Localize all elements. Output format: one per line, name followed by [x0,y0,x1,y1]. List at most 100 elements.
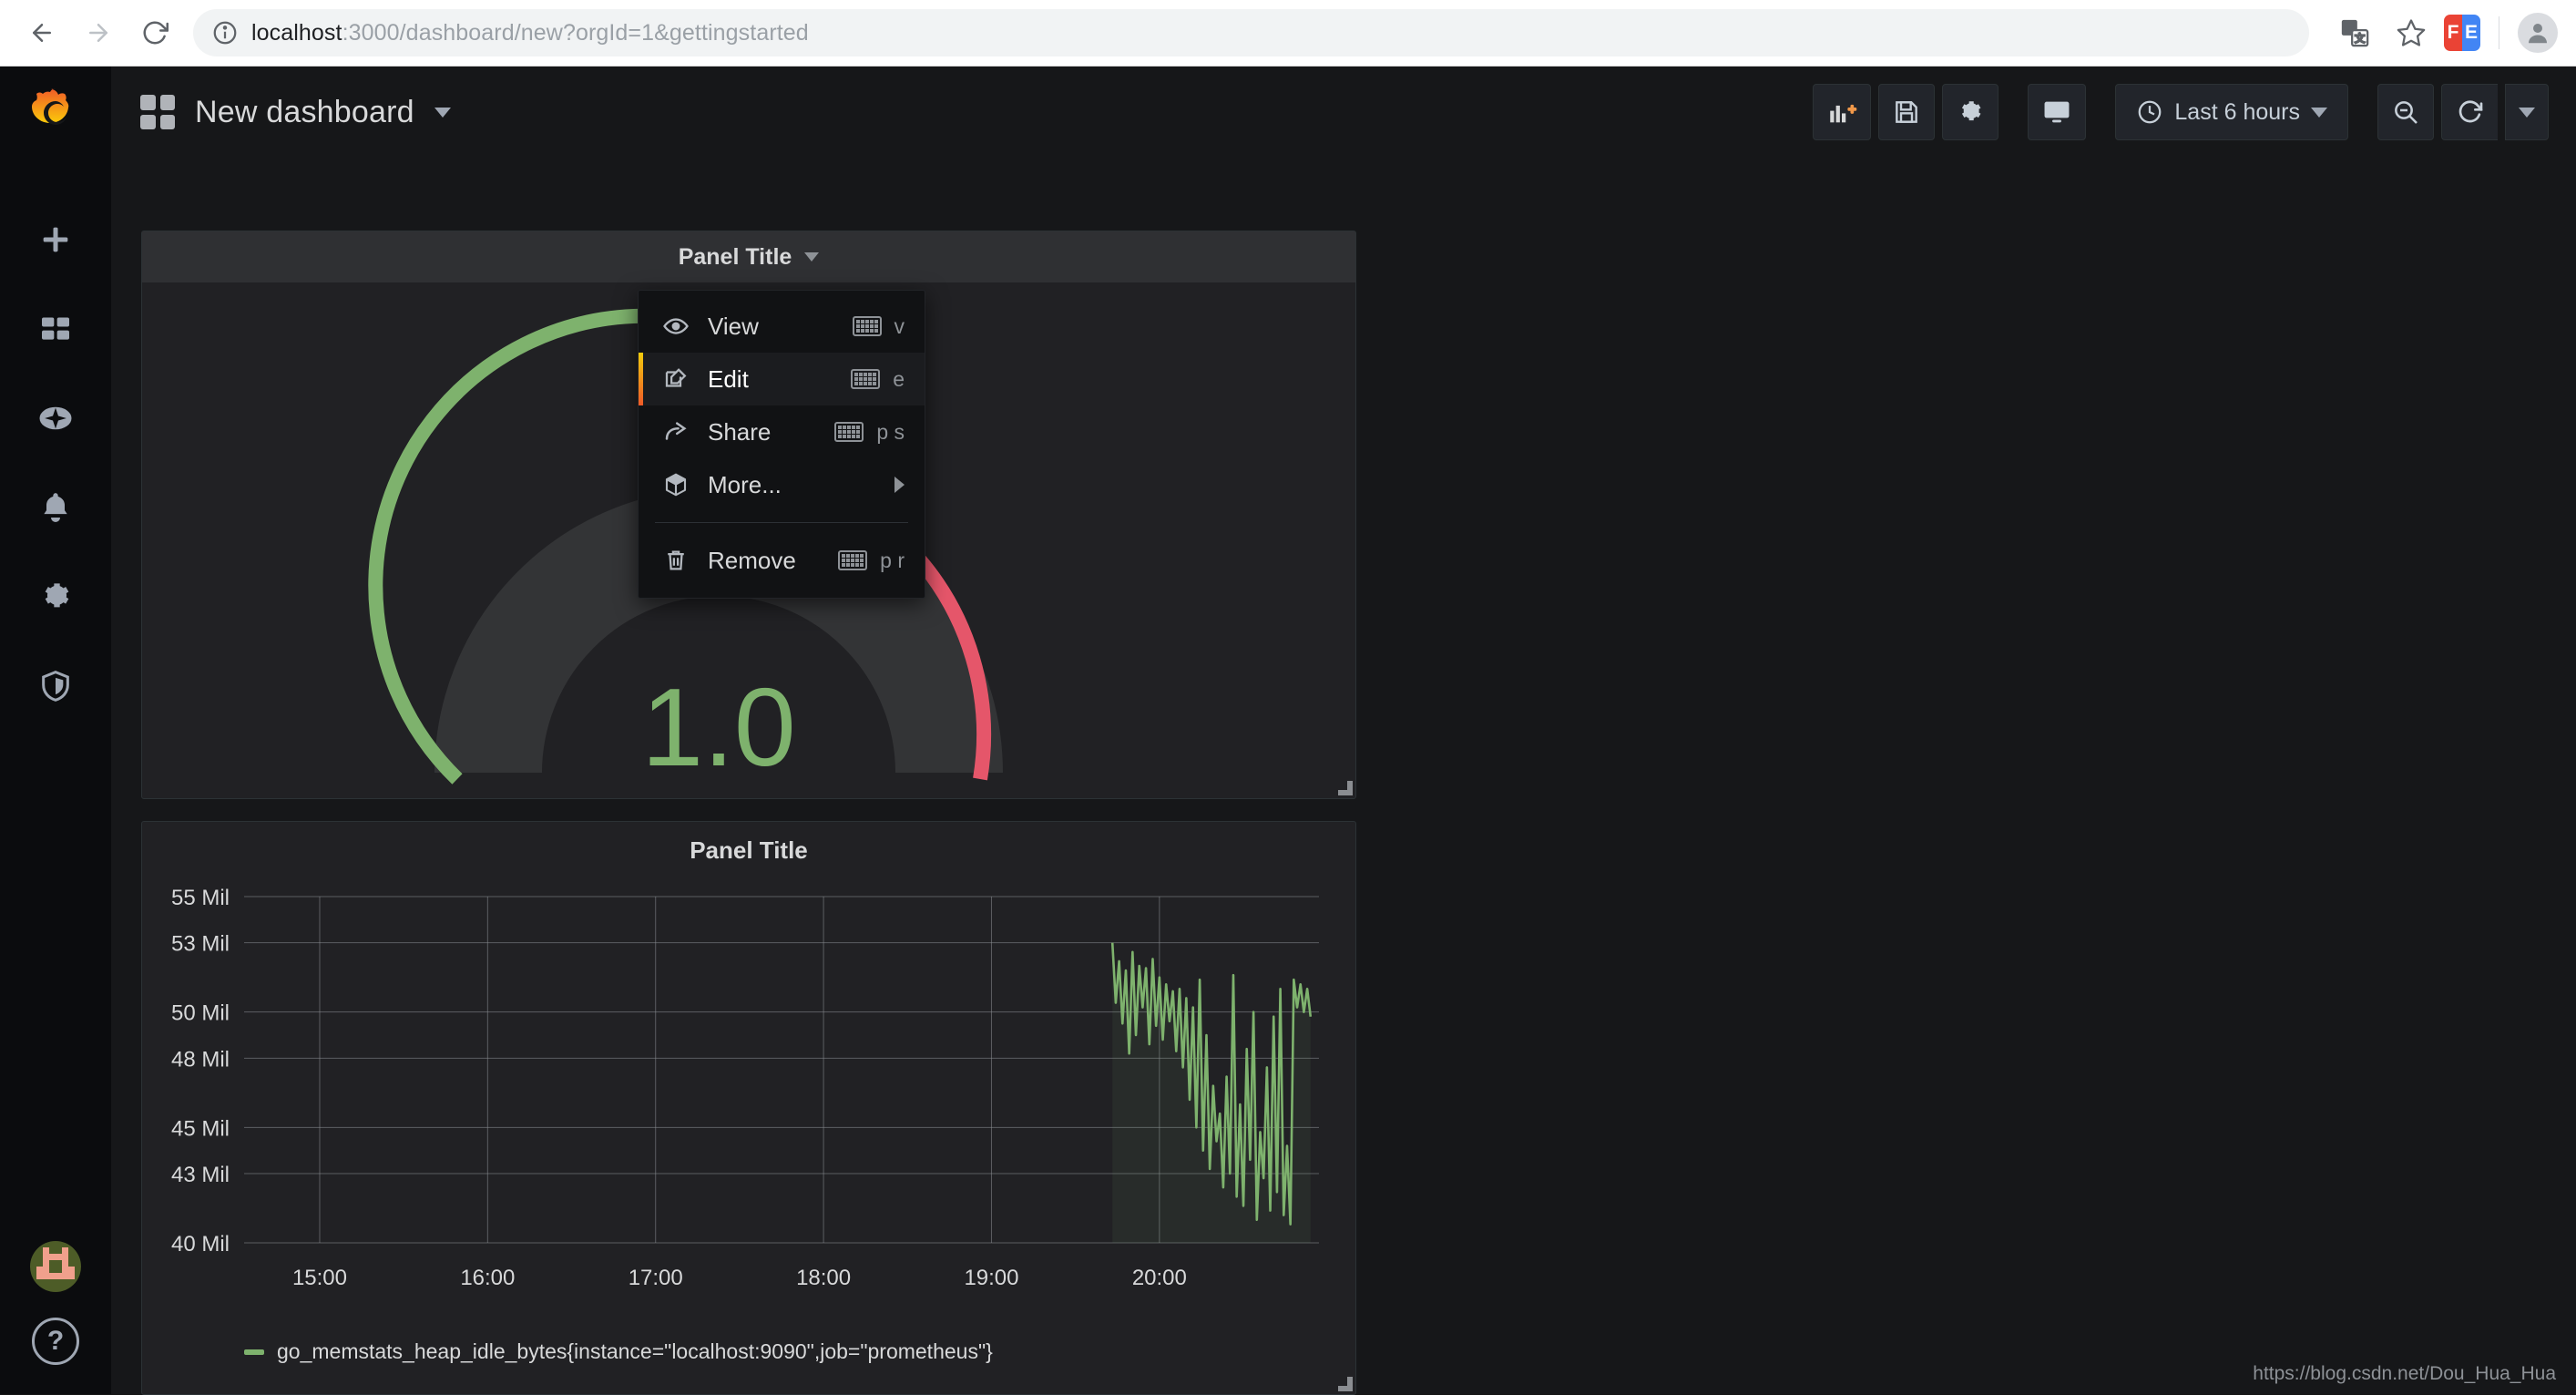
graph-visualization: 40 Mil43 Mil45 Mil48 Mil50 Mil53 Mil55 M… [142,878,1355,1334]
save-dashboard-button[interactable] [1878,84,1935,140]
x-tick-label: 16:00 [460,1266,515,1290]
shortcut-key: p r [880,549,905,573]
pencil-square-icon [662,365,699,393]
menu-item-remove-label: Remove [708,547,796,575]
sidebar-item-alerting[interactable] [21,475,90,540]
add-panel-button[interactable] [1813,84,1871,140]
clock-icon [2136,98,2163,126]
help-glyph: ? [47,1326,64,1357]
url-host: localhost [251,20,342,46]
menu-item-share-label: Share [708,418,771,446]
dashboard-settings-button[interactable] [1942,84,1998,140]
legend-color-swatch[interactable] [244,1349,264,1355]
menu-item-view-shortcut: v [853,314,905,339]
y-tick-label: 40 Mil [171,1232,230,1257]
menu-item-more-submenu [894,477,905,493]
url-path: :3000/dashboard/new?orgId=1&gettingstart… [342,20,809,46]
chevron-right-icon [894,477,905,493]
panel-context-menu: View v Edit e Share p s [638,290,925,599]
time-range-picker[interactable]: Last 6 hours [2115,84,2348,140]
google-translate-icon[interactable]: G 文 [2331,9,2378,56]
browser-extension-icon[interactable]: F E [2444,15,2480,51]
menu-item-view[interactable]: View v [639,300,925,353]
refresh-interval-picker[interactable] [2505,84,2549,140]
zoom-out-time-range[interactable] [2377,84,2434,140]
shortcut-key: v [894,314,905,339]
browser-nav-buttons [0,7,180,58]
forward-arrow-icon[interactable] [73,7,124,58]
address-bar[interactable]: localhost:3000/dashboard/new?orgId=1&get… [193,9,2309,56]
x-tick-label: 20:00 [1132,1266,1187,1290]
chevron-down-icon[interactable] [804,252,819,262]
panel-resize-handle[interactable] [1338,1377,1353,1391]
menu-item-share[interactable]: Share p s [639,405,925,458]
cube-icon [662,471,699,498]
avatar-icon[interactable] [30,1241,81,1292]
shortcut-key: e [893,367,905,392]
page-info-icon[interactable] [211,19,239,46]
cycle-view-mode-button[interactable] [2028,84,2086,140]
y-tick-label: 48 Mil [171,1047,230,1072]
reload-icon[interactable] [129,7,180,58]
keyboard-icon [838,550,867,570]
graph-panel[interactable]: Panel Title 40 Mil43 Mil45 Mil48 Mil50 M… [141,821,1356,1395]
dashboard-toolbar: New dashboard [111,67,2576,158]
x-tick-label: 17:00 [629,1266,683,1290]
timeseries-chart: 40 Mil43 Mil45 Mil48 Mil50 Mil53 Mil55 M… [142,878,1355,1334]
extension-label-right: E [2462,15,2480,51]
menu-item-share-shortcut: p s [834,420,905,445]
x-tick-label: 18:00 [796,1266,851,1290]
sidebar: ? [0,67,111,1394]
menu-item-view-label: View [708,313,759,341]
browser-toolbar: localhost:3000/dashboard/new?orgId=1&get… [0,0,2576,67]
sidebar-item-create[interactable] [21,207,90,272]
shortcut-key: p s [876,420,905,445]
menu-item-more-label: More... [708,471,782,499]
y-tick-label: 45 Mil [171,1116,230,1141]
sidebar-item-dashboards[interactable] [21,296,90,362]
menu-item-remove[interactable]: Remove p r [639,534,925,587]
share-arrow-icon [662,418,699,446]
legend-series-label[interactable]: go_memstats_heap_idle_bytes{instance="lo… [277,1339,993,1364]
graph-panel-header[interactable]: Panel Title [142,822,1355,878]
grafana-app: ? New dashboard [0,67,2576,1394]
y-tick-label: 55 Mil [171,886,230,910]
panel-resize-handle[interactable] [1338,781,1353,795]
search-minus-icon [2391,97,2420,127]
time-range-label: Last 6 hours [2174,99,2300,126]
sidebar-item-configuration[interactable] [21,564,90,630]
sidebar-item-server-admin[interactable] [21,653,90,719]
profile-avatar-icon[interactable] [2518,13,2558,53]
menu-item-remove-shortcut: p r [838,549,905,573]
panel-action-group [1813,84,1998,140]
eye-icon [662,313,699,340]
refresh-dashboard[interactable] [2441,84,2498,140]
menu-item-edit-shortcut: e [851,367,905,392]
sidebar-items [21,207,90,719]
graph-panel-title: Panel Title [690,836,808,865]
question-mark-icon[interactable]: ? [32,1318,79,1365]
dashboards-grid-icon [140,95,175,129]
x-tick-label: 19:00 [964,1266,1018,1290]
y-tick-label: 53 Mil [171,932,230,957]
menu-divider [655,522,908,523]
chevron-down-icon [2311,108,2327,118]
back-arrow-icon[interactable] [16,7,67,58]
chevron-down-icon[interactable] [434,108,451,118]
svg-text:文: 文 [2355,32,2365,45]
graph-legend: go_memstats_heap_idle_bytes{instance="lo… [142,1339,1355,1364]
grafana-logo-icon[interactable] [23,81,88,147]
menu-item-edit[interactable]: Edit e [639,353,925,405]
sidebar-item-explore[interactable] [21,385,90,451]
y-tick-label: 50 Mil [171,1001,230,1026]
menu-item-more[interactable]: More... [639,458,925,511]
dashboard-title-group[interactable]: New dashboard [140,95,451,130]
x-tick-label: 15:00 [292,1266,347,1290]
keyboard-icon [834,422,864,442]
gauge-panel-header[interactable]: Panel Title [142,231,1355,282]
page-title: New dashboard [195,95,414,130]
refresh-icon [2456,97,2485,127]
keyboard-icon [851,369,880,389]
gauge-value: 1.0 [641,665,796,789]
bookmark-star-icon[interactable] [2387,9,2435,56]
